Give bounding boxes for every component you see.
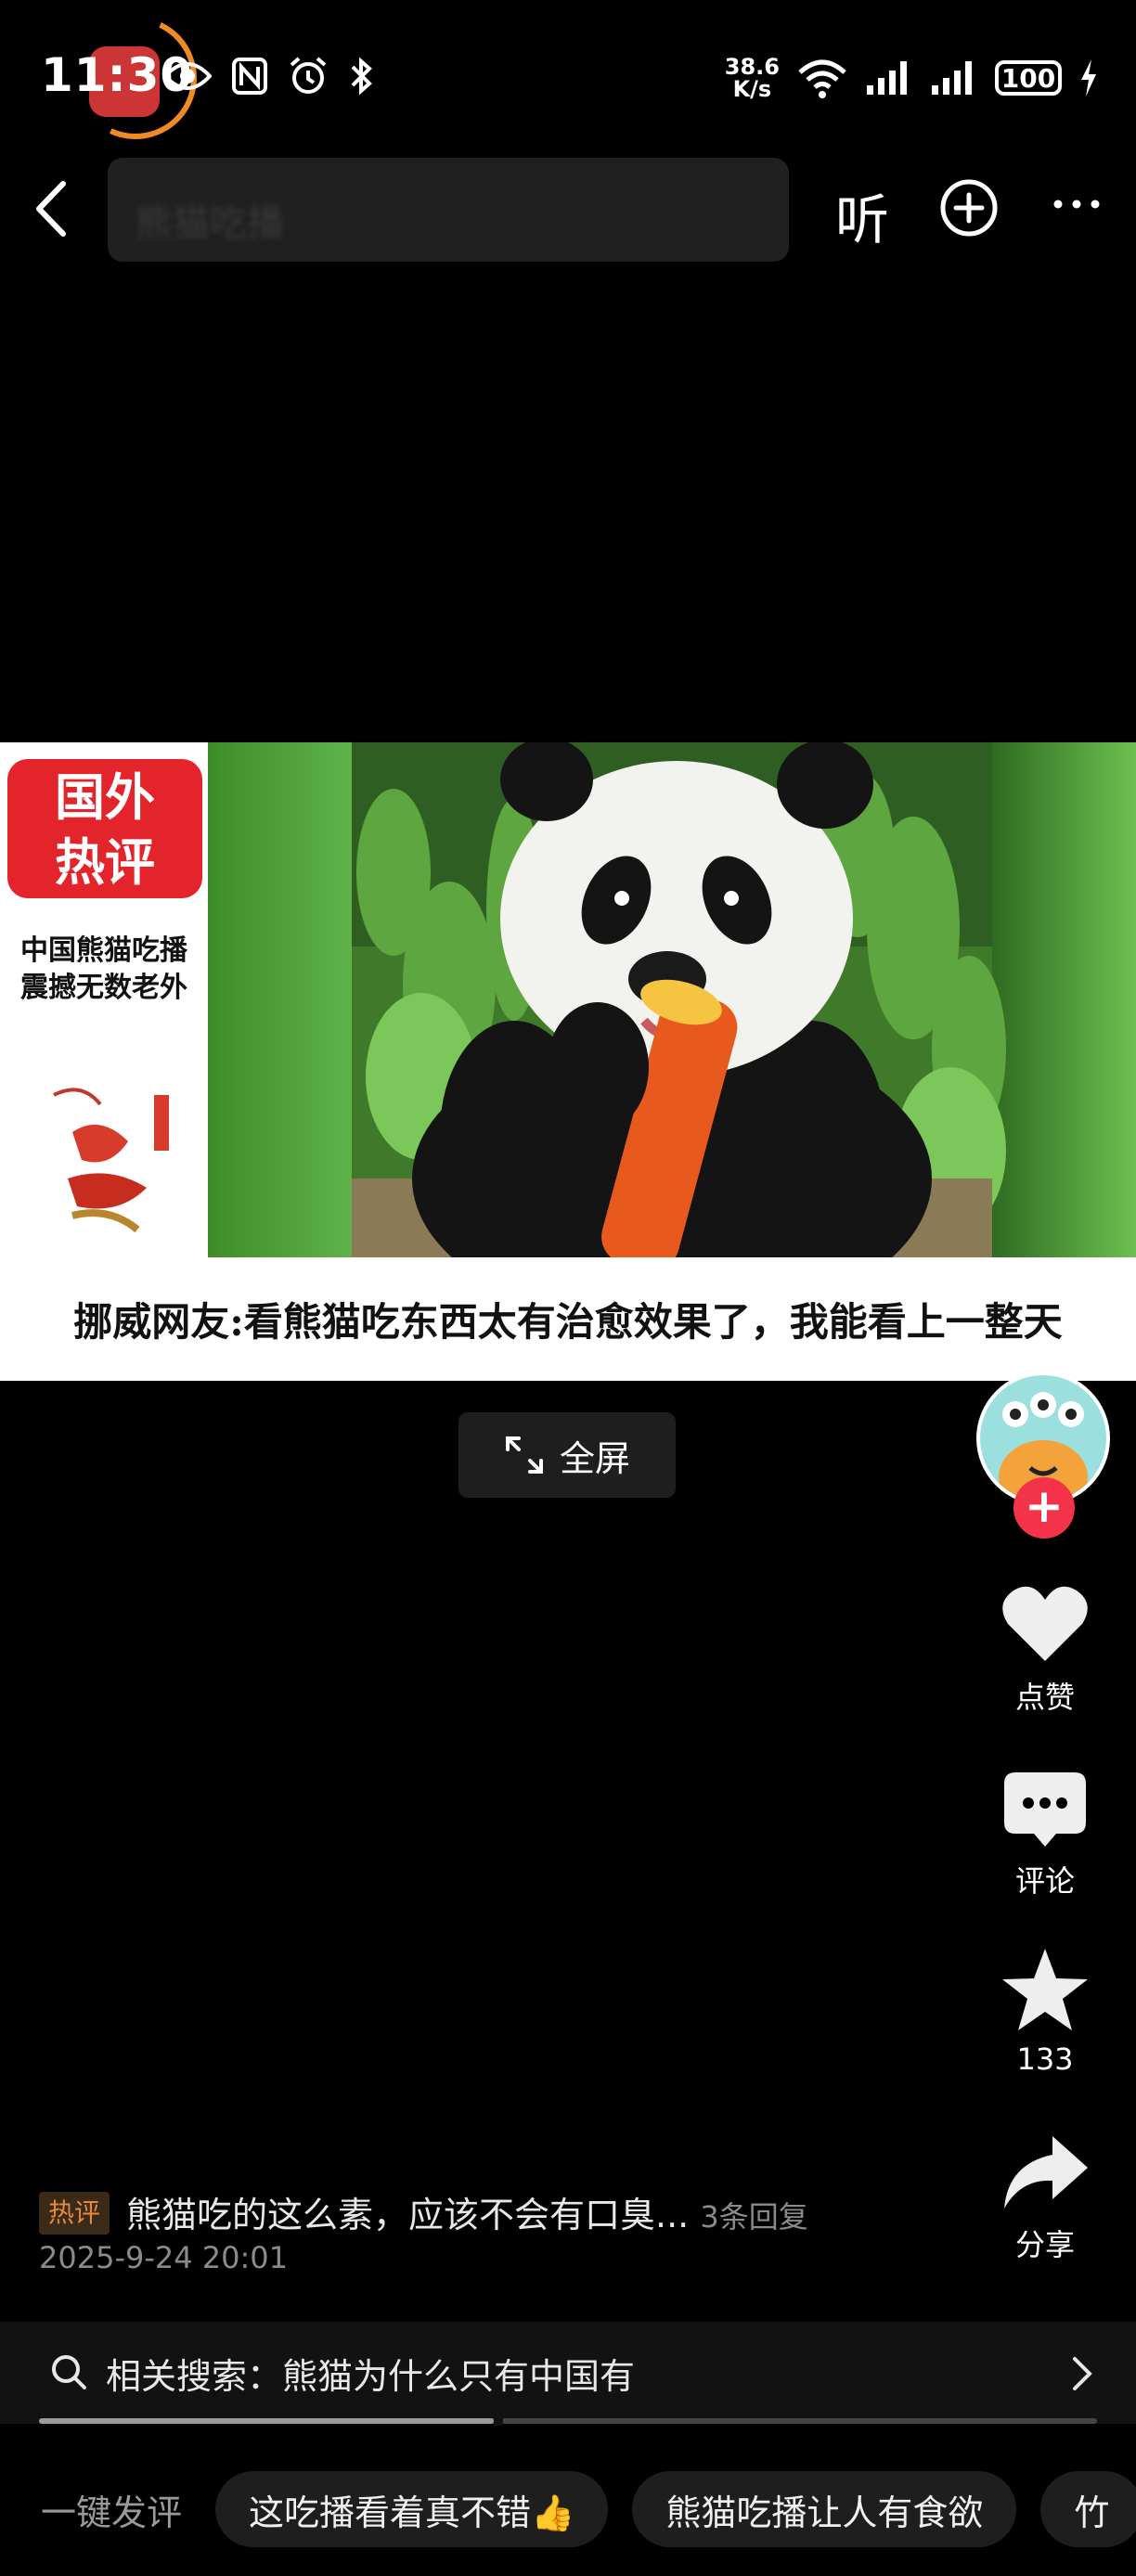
listen-button[interactable]: 听 xyxy=(835,176,889,254)
favorite-count: 133 xyxy=(1016,2041,1074,2077)
fullscreen-button[interactable]: 全屏 xyxy=(458,1412,676,1498)
comment-replies-link[interactable]: 3条回复 xyxy=(700,2199,807,2235)
chevron-right-icon xyxy=(1073,2357,1092,2390)
video-progress-handle[interactable] xyxy=(494,2416,504,2426)
promo-subtitle: 中国熊猫吃播 震撼无数老外 xyxy=(0,933,208,1007)
net-speed: 38.6 K/s xyxy=(725,56,780,100)
search-placeholder: 熊猫吃播 xyxy=(136,202,284,245)
quick-comment-row: 一键发评 这吃播看着真不错👍 熊猫吃播让人有食欲 竹 xyxy=(0,2442,1136,2576)
share-button[interactable]: 分享 xyxy=(980,2132,1110,2264)
panda-eating-image xyxy=(208,742,1136,1257)
video-caption: 挪威网友:看熊猫吃东西太有治愈效果了，我能看上一整天 xyxy=(73,1299,1063,1345)
share-arrow-icon xyxy=(1004,2136,1088,2209)
status-icons-left xyxy=(163,56,373,97)
net-speed-value: 38.6 xyxy=(724,54,780,80)
star-icon xyxy=(1002,1949,1088,2030)
add-circle-icon[interactable] xyxy=(939,178,999,238)
quick-comment-chip[interactable]: 熊猫吃播让人有食欲 xyxy=(632,2471,1017,2547)
signal-icon-2 xyxy=(932,61,972,95)
search-icon xyxy=(52,2355,86,2389)
bluetooth-icon xyxy=(351,57,372,96)
nfc-icon xyxy=(232,58,267,95)
wifi-icon xyxy=(798,59,846,98)
like-button[interactable]: 点赞 xyxy=(980,1583,1110,1717)
promo-logo-line2: 热评 xyxy=(55,832,155,892)
alarm-icon xyxy=(290,57,327,94)
quick-comment-chip[interactable]: 这吃播看着真不错👍 xyxy=(215,2471,609,2547)
comment-button[interactable]: 评论 xyxy=(980,1771,1110,1900)
panda-video-frame xyxy=(208,742,1136,1257)
promo-logo: 国外 热评 xyxy=(7,759,202,898)
comment-label: 评论 xyxy=(1014,1863,1075,1899)
promo-sub-line2: 震撼无数老外 xyxy=(20,972,187,1004)
video-progress-bar[interactable] xyxy=(39,2416,1097,2426)
hot-comment[interactable]: 熊猫吃的这么素，应该不会有口臭... 3条回复 xyxy=(126,2186,808,2237)
hot-comment-tag: 热评 xyxy=(39,2192,110,2235)
calligraphy-seal-image xyxy=(53,1088,169,1233)
related-search-text: 相关搜索：熊猫为什么只有中国有 xyxy=(106,2356,636,2397)
quick-comment-label[interactable]: 一键发评 xyxy=(41,2484,182,2535)
search-input[interactable]: 熊猫吃播 xyxy=(108,158,789,262)
promo-sub-line1: 中国熊猫吃播 xyxy=(20,934,187,967)
heart-icon xyxy=(1002,1586,1088,1661)
battery-indicator: 100 xyxy=(995,60,1062,96)
follow-button[interactable]: + xyxy=(1013,1477,1075,1539)
expand-icon xyxy=(505,1436,543,1474)
back-arrow-icon[interactable] xyxy=(26,176,82,241)
hot-comment-text: 熊猫吃的这么素，应该不会有口臭... xyxy=(126,2195,690,2235)
signal-icon-1 xyxy=(867,61,907,95)
favorite-button[interactable]: 133 xyxy=(980,1947,1110,2077)
eye-icon xyxy=(163,62,212,90)
quick-comment-chip[interactable]: 竹 xyxy=(1040,2471,1136,2547)
net-speed-unit: K/s xyxy=(732,76,772,102)
related-search-bar[interactable]: 相关搜索：熊猫为什么只有中国有 xyxy=(0,2322,1136,2424)
share-label: 分享 xyxy=(1014,2227,1075,2262)
video-progress-fill xyxy=(39,2418,495,2424)
status-icons-right: 38.6 K/s 100 xyxy=(725,56,1099,100)
fullscreen-label: 全屏 xyxy=(559,1437,630,1479)
comment-bubble-icon xyxy=(1004,1772,1086,1847)
more-options-icon[interactable] xyxy=(1049,176,1104,232)
video-player[interactable]: 国外 热评 中国熊猫吃播 震撼无数老外 挪威网友:看熊猫吃东西太有治愈效果了，我… xyxy=(0,742,1136,1381)
promo-panel: 国外 热评 中国熊猫吃播 震撼无数老外 xyxy=(0,742,208,1257)
charging-icon xyxy=(1081,59,1096,97)
like-label: 点赞 xyxy=(1014,1680,1075,1715)
comment-timestamp: 2025-9-24 20:01 xyxy=(39,2240,288,2275)
promo-logo-line1: 国外 xyxy=(55,767,155,827)
